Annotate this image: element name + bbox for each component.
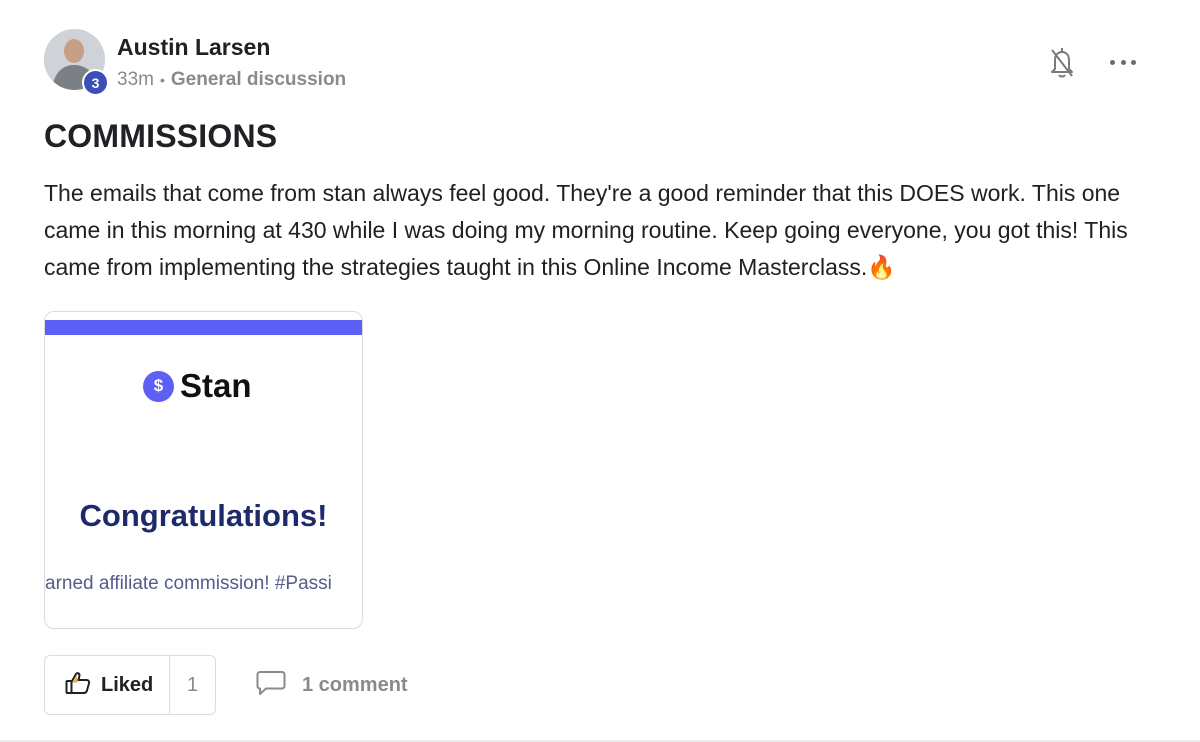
more-horizontal-icon[interactable] [1106, 50, 1140, 74]
thumbs-up-icon [65, 671, 91, 700]
post-time: 33m [117, 69, 154, 90]
attachment-headline: Congratulations! [79, 498, 328, 533]
comment-count-label: 1 comment [302, 674, 408, 696]
like-toggle[interactable]: Liked [45, 656, 170, 714]
level-badge: 3 [82, 69, 109, 96]
post-meta: 33m • General discussion [117, 69, 346, 91]
dollar-coin-icon: $ [143, 370, 174, 402]
post-card: 3 Austin Larsen 33m • General discussion… [0, 0, 1200, 742]
like-label: Liked [101, 673, 154, 696]
like-button[interactable]: Liked 1 [44, 655, 216, 715]
post-title: COMMISSIONS [44, 118, 278, 154]
stan-logo: $ Stan [143, 367, 252, 405]
stan-brand-name: Stan [180, 367, 252, 404]
meta-separator: • [159, 72, 165, 88]
like-count[interactable]: 1 [170, 656, 215, 714]
comment-button[interactable]: 1 comment [256, 670, 408, 701]
author-name[interactable]: Austin Larsen [117, 34, 270, 61]
attachment-image[interactable]: $ Stan Congratulations! arned affiliate … [44, 311, 363, 629]
post-body: The emails that come from stan always fe… [44, 180, 1128, 280]
comment-bubble-icon [256, 670, 286, 701]
attachment-accent-bar [45, 320, 362, 335]
post-category[interactable]: General discussion [171, 69, 346, 91]
attachment-subtext: arned affiliate commission! #Passi [45, 573, 332, 594]
bell-off-icon[interactable] [1047, 45, 1077, 79]
